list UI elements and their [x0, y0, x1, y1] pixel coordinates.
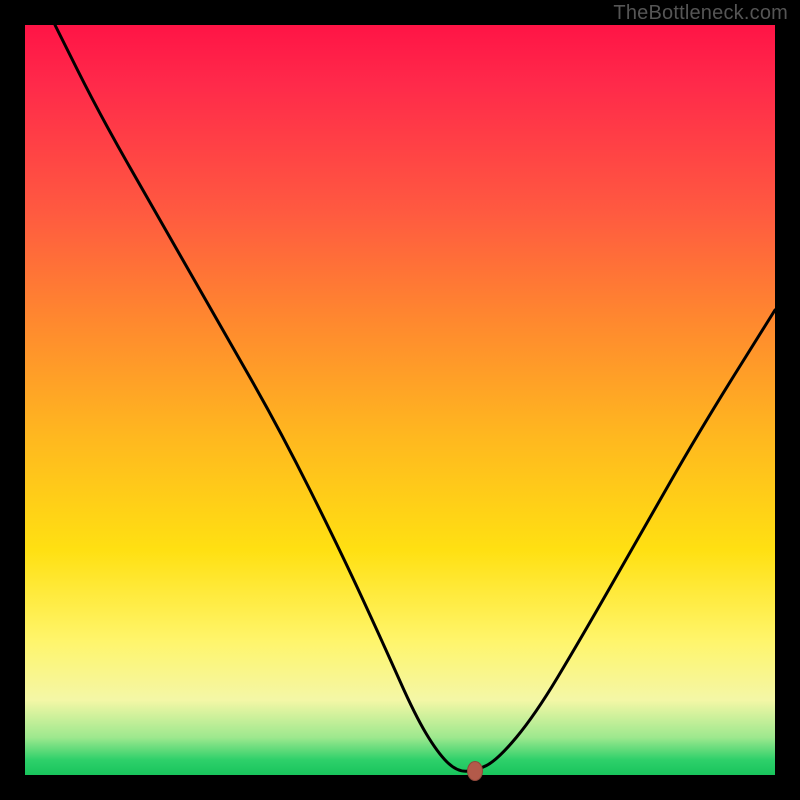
chart-frame: TheBottleneck.com: [0, 0, 800, 800]
plot-area: [25, 25, 775, 775]
bottleneck-curve-path: [55, 25, 775, 771]
optimum-marker: [467, 761, 483, 781]
curve-svg: [25, 25, 775, 775]
watermark-text: TheBottleneck.com: [613, 2, 788, 25]
